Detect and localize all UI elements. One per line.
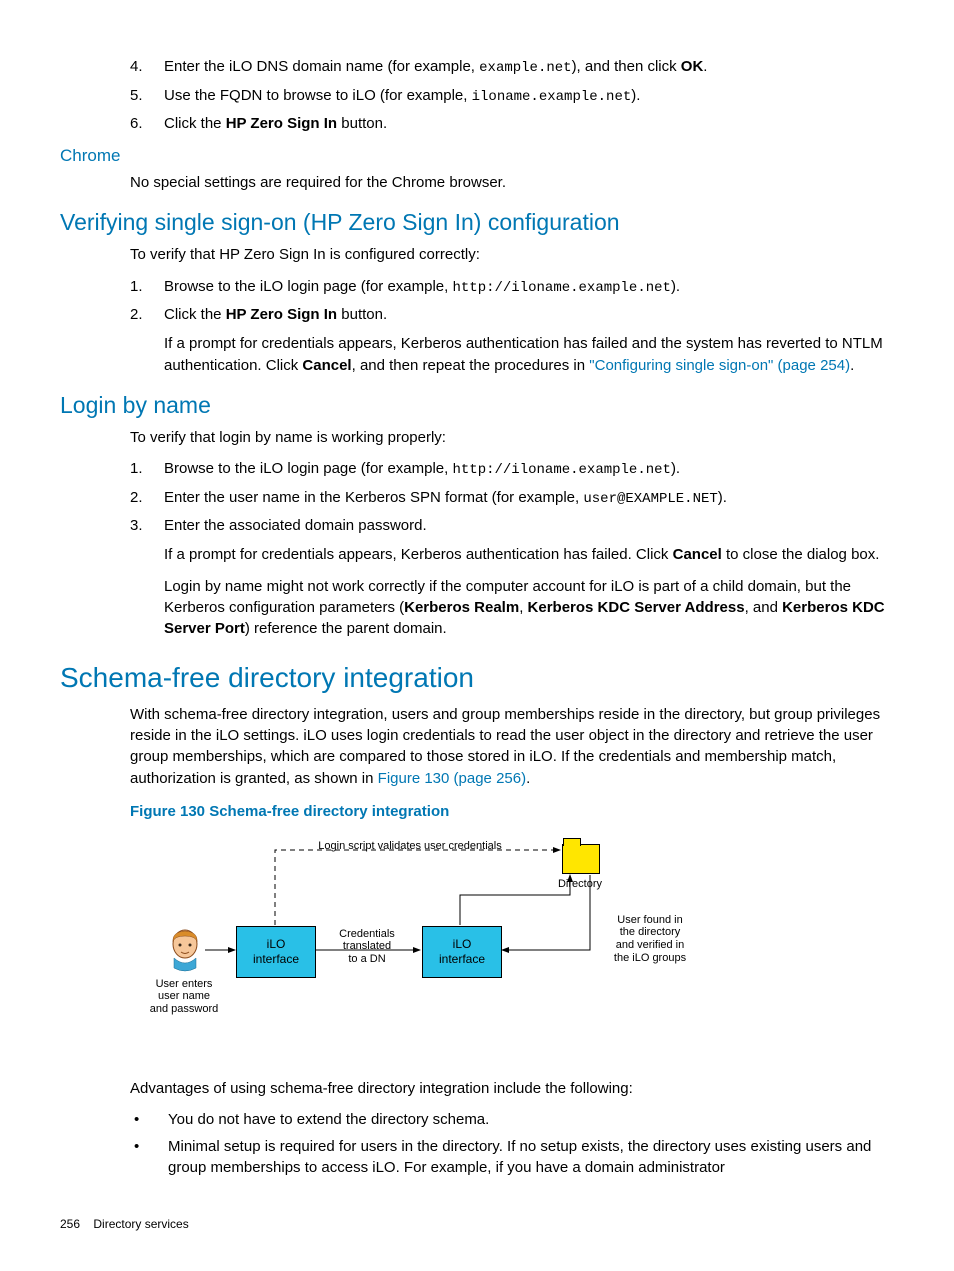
figure-130-diagram: Login script validates user credentials … — [130, 830, 690, 1050]
bullet-2: • Minimal setup is required for users in… — [130, 1136, 888, 1178]
figure-caption: Figure 130 Schema-free directory integra… — [130, 803, 888, 820]
bullet-1: • You do not have to extend the director… — [130, 1109, 888, 1130]
schema-heading: Schema-free directory integration — [60, 662, 894, 694]
diagram-label-userenters: User enters user name and password — [136, 978, 232, 1016]
diagram-label-userfound: User found in the directory and verified… — [600, 914, 700, 965]
step-num: 6. — [130, 113, 164, 134]
footer-title: Directory services — [93, 1217, 188, 1231]
page-footer: 256 Directory services — [60, 1217, 189, 1231]
link-figure-130[interactable]: Figure 130 (page 256) — [378, 770, 526, 787]
verify-intro: To verify that HP Zero Sign In is config… — [130, 244, 888, 265]
login-intro: To verify that login by name is working … — [130, 427, 888, 448]
step-num: 4. — [130, 56, 164, 79]
diagram-label-directory: Directory — [550, 878, 610, 891]
verify-step-2: 2. Click the HP Zero Sign In button. — [130, 304, 888, 325]
login-heading: Login by name — [60, 392, 894, 419]
login-p1: If a prompt for credentials appears, Ker… — [164, 544, 888, 565]
chrome-body: No special settings are required for the… — [130, 172, 888, 193]
link-configuring-sso[interactable]: "Configuring single sign-on" (page 254) — [589, 357, 850, 374]
top-steps: 4. Enter the iLO DNS domain name (for ex… — [130, 56, 888, 134]
login-step-1: 1. Browse to the iLO login page (for exa… — [130, 458, 888, 481]
user-icon — [166, 928, 204, 972]
schema-intro: With schema-free directory integration, … — [130, 704, 888, 789]
step-4: 4. Enter the iLO DNS domain name (for ex… — [130, 56, 888, 79]
ilo-interface-box-1: iLO interface — [236, 926, 316, 978]
diagram-label-credentials: Credentials translated to a DN — [322, 928, 412, 966]
verify-step-1: 1. Browse to the iLO login page (for exa… — [130, 276, 888, 299]
login-step-3: 3. Enter the associated domain password. — [130, 515, 888, 536]
bullet-icon: • — [130, 1136, 168, 1178]
page-number: 256 — [60, 1217, 80, 1231]
step-num: 5. — [130, 85, 164, 108]
login-p2: Login by name might not work correctly i… — [164, 576, 888, 640]
verify-followup: If a prompt for credentials appears, Ker… — [164, 333, 888, 376]
step-5: 5. Use the FQDN to browse to iLO (for ex… — [130, 85, 888, 108]
verify-heading: Verifying single sign-on (HP Zero Sign I… — [60, 209, 894, 236]
ilo-interface-box-2: iLO interface — [422, 926, 502, 978]
folder-icon — [562, 844, 600, 874]
diagram-label-top: Login script validates user credentials — [280, 840, 540, 853]
login-step-2: 2. Enter the user name in the Kerberos S… — [130, 487, 888, 510]
advantages-intro: Advantages of using schema-free director… — [130, 1078, 888, 1099]
chrome-heading: Chrome — [60, 146, 894, 166]
step-6: 6. Click the HP Zero Sign In button. — [130, 113, 888, 134]
bullet-icon: • — [130, 1109, 168, 1130]
